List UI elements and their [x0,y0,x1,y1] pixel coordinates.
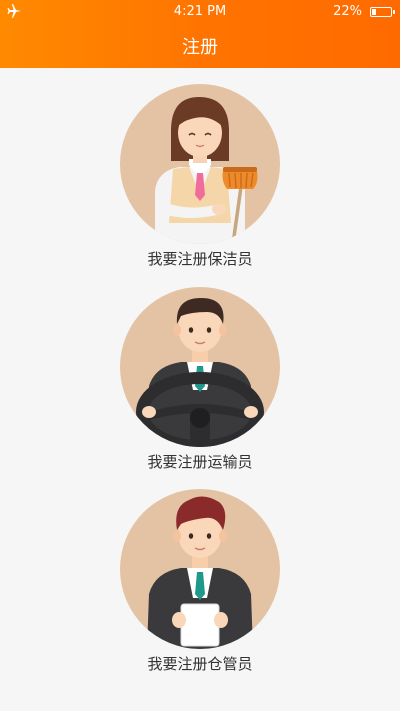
driver-avatar-icon [120,287,280,447]
battery-fill [372,9,376,15]
register-driver-label: 我要注册运输员 [147,453,253,471]
status-bar: 4:21 PM 22% [0,0,400,24]
battery-percent: 22% [333,4,362,19]
register-cleaner-label: 我要注册保洁员 [147,250,253,268]
register-driver-option[interactable]: 我要注册运输员 [0,286,400,486]
register-warehouse-keeper-option[interactable]: 我要注册仓管员 [0,488,400,688]
warehouse-keeper-avatar-icon [120,489,280,649]
cleaner-avatar-icon [120,84,280,244]
register-warehouse-keeper-label: 我要注册仓管员 [147,655,253,673]
battery-icon [370,7,395,17]
register-cleaner-option[interactable]: 我要注册保洁员 [0,83,400,283]
app-header: 4:21 PM 22% 注册 [0,0,400,68]
page-title: 注册 [182,37,218,58]
